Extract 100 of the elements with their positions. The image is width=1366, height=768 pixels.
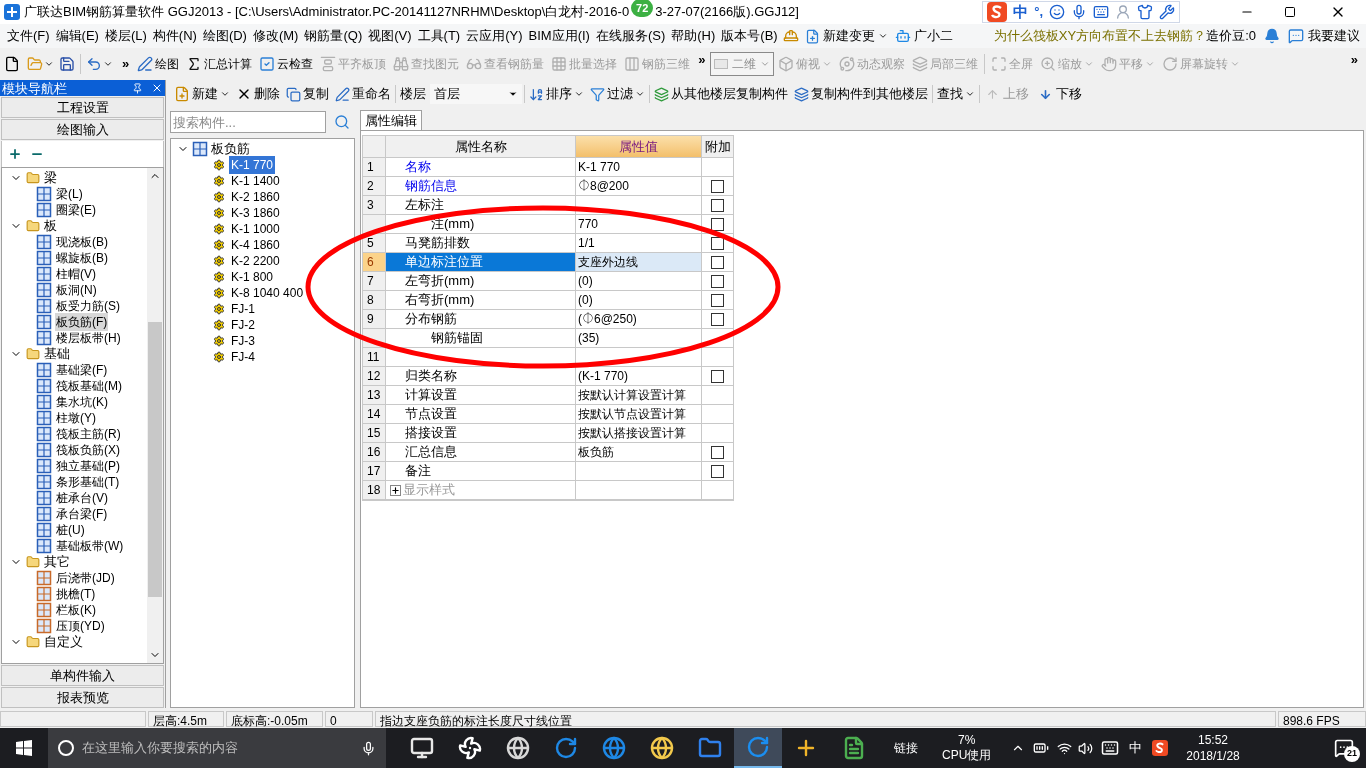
tree-item[interactable]: 筏板主筋(R) [55, 425, 122, 443]
tree-item[interactable]: K-1 1000 [229, 220, 282, 238]
tree-item[interactable]: K-1 1400 [229, 172, 282, 190]
restore-icon[interactable] [1284, 6, 1296, 18]
property-name[interactable]: 搭接设置 [386, 424, 576, 443]
toolbar-button[interactable]: 绘图 [134, 52, 183, 76]
tree-group[interactable]: 其它 [44, 552, 70, 572]
tree-item[interactable]: 楼层板带(H) [55, 329, 122, 347]
copy-to-floor-button[interactable]: 复制构件到其他楼层 [792, 84, 930, 104]
panel-tab[interactable]: 属性编辑 [360, 110, 422, 130]
overflow-chevron[interactable]: » [122, 54, 130, 74]
sort-button[interactable]: 排序 [527, 84, 586, 104]
menu-button[interactable]: 新建变更 [819, 26, 891, 46]
tree-item[interactable]: FJ-2 [229, 316, 257, 334]
tree-item[interactable]: 筏板基础(M) [55, 377, 123, 395]
property-value[interactable]: (K-1 770) [576, 367, 702, 386]
menu-item[interactable]: 楼层(L) [101, 26, 150, 46]
overflow-chevron[interactable]: » [698, 50, 706, 70]
property-value[interactable]: 板负筋 [576, 443, 702, 462]
tree-item[interactable]: K-2 2200 [229, 252, 282, 270]
toolbar-button[interactable]: 汇总计算 [183, 52, 256, 76]
tree-item[interactable]: FJ-4 [229, 348, 257, 366]
tree-item[interactable]: 梁(L) [55, 185, 84, 203]
tree-item[interactable]: 板受力筋(S) [55, 297, 121, 315]
tree-item[interactable]: 压顶(YD) [55, 617, 106, 635]
property-name[interactable]: 左弯折(mm) [386, 272, 576, 291]
property-value[interactable]: 支座外边线 [576, 253, 702, 272]
tree-item[interactable]: 桩承台(V) [55, 489, 109, 507]
wrench-icon[interactable] [1159, 4, 1175, 20]
menu-button[interactable]: 广小二 [910, 26, 956, 46]
menu-item[interactable]: 构件(N) [149, 26, 200, 46]
suggestion-link[interactable]: 我要建议 [1308, 26, 1360, 46]
input-method[interactable]: 中 [1129, 738, 1143, 758]
property-name[interactable]: 归类名称 [386, 367, 576, 386]
tree-item[interactable]: 螺旋板(B) [55, 249, 109, 267]
property-name[interactable]: 左标注 [386, 196, 576, 215]
tree-item[interactable]: 板洞(N) [55, 281, 98, 299]
find-button[interactable]: 查找 [935, 84, 977, 104]
question-link[interactable]: 为什么筏板XY方向布置不上去钢筋？ [993, 26, 1207, 46]
rename-button[interactable]: 重命名 [333, 84, 393, 104]
tree-item[interactable]: 筏板负筋(X) [55, 441, 121, 459]
nav-button[interactable]: 单构件输入 [1, 665, 164, 686]
tree-item[interactable]: FJ-1 [229, 300, 257, 318]
checkbox[interactable] [711, 464, 724, 478]
wifi-icon[interactable] [1057, 740, 1073, 756]
tree-item[interactable]: 柱墩(Y) [55, 409, 97, 427]
tree-item[interactable]: 独立基础(P) [55, 457, 121, 475]
property-name[interactable]: 备注 [386, 462, 576, 481]
clock-date[interactable]: 2018/1/28 [1186, 748, 1240, 764]
property-value[interactable]: (0) [576, 291, 702, 310]
property-value[interactable]: (35) [576, 329, 702, 348]
search-field[interactable]: 搜索构件... [170, 111, 326, 133]
tree-item[interactable]: 栏板(K) [55, 601, 97, 619]
new-file-icon[interactable] [4, 56, 20, 72]
menu-item[interactable]: 视图(V) [365, 26, 415, 46]
tree-group[interactable]: 板 [44, 216, 57, 236]
checkbox[interactable] [711, 369, 724, 383]
property-name[interactable]: 钢筋锚固 [386, 329, 576, 348]
tree-item[interactable]: 挑檐(T) [55, 585, 97, 603]
clock-time[interactable]: 15:52 [1198, 732, 1229, 748]
copy-from-floor-button[interactable]: 从其他楼层复制构件 [652, 84, 790, 104]
checkbox[interactable] [711, 445, 724, 459]
menu-item[interactable]: 绘图(D) [199, 26, 250, 46]
tree-group[interactable]: 基础 [44, 344, 70, 364]
shirt-icon[interactable] [1137, 4, 1153, 20]
property-name[interactable]: 节点设置 [386, 405, 576, 424]
menu-item[interactable]: BIM应用(I) [525, 26, 593, 46]
bell-icon[interactable] [1264, 28, 1280, 44]
tree-item[interactable]: 后浇带(JD) [55, 569, 116, 587]
keyboard-icon[interactable] [1101, 739, 1120, 757]
start-icon[interactable] [16, 740, 32, 756]
property-name[interactable]: 名称 [386, 158, 576, 177]
volume-icon[interactable] [1078, 740, 1094, 756]
menu-item[interactable]: 编辑(E) [52, 26, 102, 46]
tree-item[interactable]: 条形基础(T) [55, 473, 121, 491]
menu-item[interactable]: 修改(M) [249, 26, 302, 46]
expand-icon[interactable] [390, 484, 401, 496]
property-value[interactable]: ⏀8@200 [576, 177, 702, 196]
tree-item[interactable]: 桩(U) [55, 521, 86, 539]
scrollbar[interactable] [147, 168, 163, 663]
battery-icon[interactable] [1033, 740, 1050, 756]
nav-button[interactable]: 绘图输入 [1, 119, 164, 140]
property-value[interactable]: 按默认计算设置计算 [576, 386, 702, 405]
menu-item[interactable]: 云应用(Y) [463, 26, 526, 46]
menu-item[interactable]: 帮助(H) [668, 26, 719, 46]
property-name[interactable]: 汇总信息 [386, 443, 576, 462]
checkbox[interactable] [711, 198, 724, 212]
tree-item[interactable]: 承台梁(F) [55, 505, 109, 523]
property-name[interactable] [386, 348, 576, 367]
ime-mode[interactable]: 中 [1013, 0, 1029, 24]
tree-item[interactable]: K-2 1860 [229, 188, 282, 206]
property-value[interactable]: 按默认节点设置计算 [576, 405, 702, 424]
tree-item[interactable]: 柱帽(V) [55, 265, 97, 283]
menu-item[interactable]: 工具(T) [414, 26, 464, 46]
tree-item[interactable]: 圈梁(E) [55, 201, 97, 219]
search-field[interactable]: 在这里输入你要搜索的内容 [82, 738, 353, 758]
copy-button[interactable]: 复制 [284, 84, 331, 104]
move-down-button[interactable]: 下移 [1035, 84, 1086, 104]
microphone-icon[interactable] [361, 740, 376, 756]
property-name[interactable]: 分布钢筋 [386, 310, 576, 329]
